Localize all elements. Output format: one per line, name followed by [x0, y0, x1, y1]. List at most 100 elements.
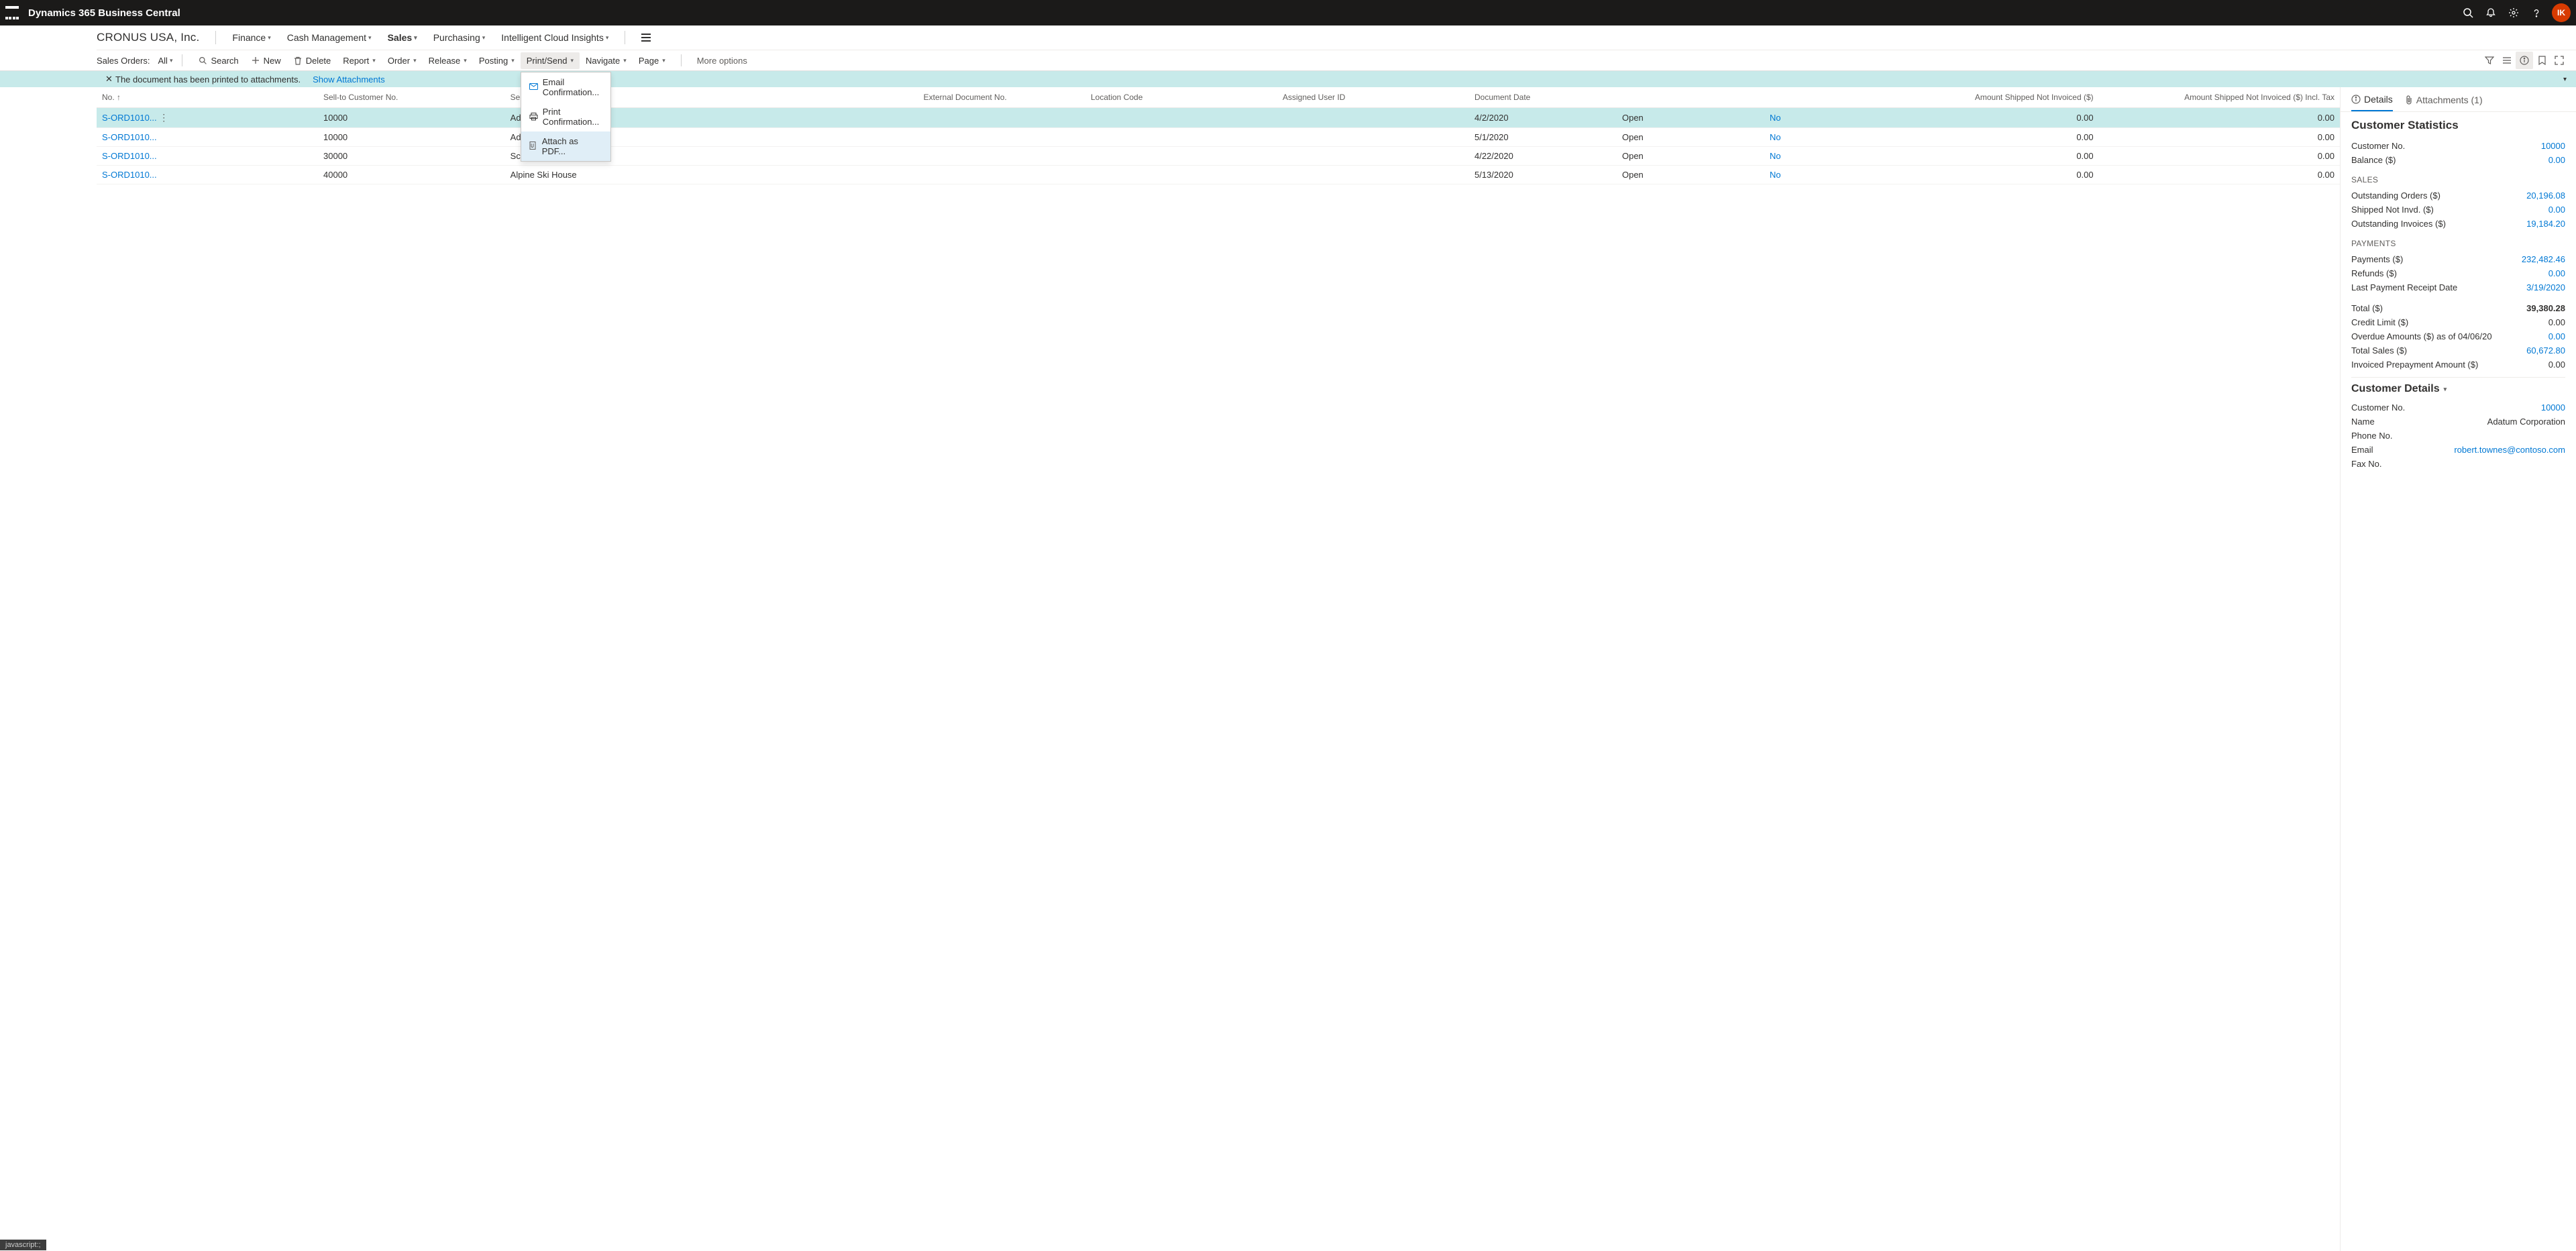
customer-details-header[interactable]: Customer Details ▾ [2351, 383, 2565, 395]
filter-icon[interactable] [2481, 52, 2498, 69]
tab-label: Attachments (1) [2416, 95, 2483, 105]
detail-row: Emailrobert.townes@contoso.com [2351, 443, 2565, 457]
bookmark-icon[interactable] [2533, 52, 2551, 69]
action-navigate[interactable]: Navigate▾ [580, 52, 633, 69]
menu-label: Attach as PDF... [542, 136, 602, 156]
cell-document-date: 5/1/2020 [1469, 128, 1617, 147]
chevron-down-icon[interactable]: ▾ [2563, 76, 2567, 83]
tab-label: Details [2364, 94, 2393, 105]
cell-order-no[interactable]: S-ORD1010... [97, 147, 318, 166]
cell-amount-shipped-not-invoiced-incl: 0.00 [2099, 166, 2340, 184]
company-name[interactable]: CRONUS USA, Inc. [97, 31, 199, 44]
col-amount-shipped-not-invoiced[interactable]: Amount Shipped Not Invoiced ($) [1858, 87, 2098, 108]
nav-sales[interactable]: Sales▾ [388, 32, 417, 43]
info-icon[interactable] [2516, 52, 2533, 69]
action-label: Order [388, 56, 410, 66]
tab-details[interactable]: Details [2351, 94, 2393, 111]
chevron-down-icon: ▾ [464, 57, 467, 64]
mail-icon [529, 83, 538, 91]
factbox-pane: Details Attachments (1) Customer Statist… [2340, 87, 2576, 1251]
search-icon[interactable] [2457, 0, 2479, 25]
cell-status: Open [1617, 128, 1764, 147]
menu-print-confirmation[interactable]: Print Confirmation... [521, 102, 610, 131]
table-row[interactable]: S-ORD1010...40000Alpine Ski House 5/13/20… [97, 166, 2340, 184]
row-menu-icon[interactable]: ⋮ [159, 112, 168, 123]
cell-order-no[interactable]: S-ORD1010... [97, 128, 318, 147]
action-report[interactable]: Report▾ [337, 52, 382, 69]
expand-icon[interactable] [2551, 52, 2568, 69]
stat-row: Shipped Not Invd. ($)0.00 [2351, 203, 2565, 217]
stat-row: Overdue Amounts ($) as of 04/06/200.00 [2351, 329, 2565, 343]
stat-row: Customer No.10000 [2351, 139, 2565, 153]
menu-email-confirmation[interactable]: Email Confirmation... [521, 72, 610, 102]
notifications-icon[interactable] [2479, 0, 2502, 25]
nav-overflow-icon[interactable] [641, 34, 651, 42]
chevron-down-icon: ▾ [623, 57, 627, 64]
stat-row: Invoiced Prepayment Amount ($)0.00 [2351, 358, 2565, 372]
list-title: Sales Orders: [97, 56, 150, 66]
col-sell-to-customer-no[interactable]: Sell-to Customer No. [318, 87, 505, 108]
detail-row: NameAdatum Corporation [2351, 415, 2565, 429]
cell-order-no[interactable]: S-ORD1010... ⋮ [97, 108, 318, 128]
user-avatar[interactable]: IK [2552, 3, 2571, 22]
action-label: New [264, 56, 281, 66]
col-assigned-user-id[interactable]: Assigned User ID [1277, 87, 1469, 108]
nav-finance[interactable]: Finance▾ [232, 32, 270, 43]
tab-attachments[interactable]: Attachments (1) [2405, 94, 2483, 111]
balance-link[interactable]: 0.00 [2548, 155, 2565, 165]
action-delete[interactable]: Delete [287, 52, 337, 69]
cell-completely-shipped: No [1764, 147, 1858, 166]
attachment-icon [2405, 95, 2413, 105]
cell-assigned-user-id [1277, 166, 1469, 184]
col-completely-shipped[interactable] [1764, 87, 1858, 108]
col-no[interactable]: No. ↑ [97, 87, 318, 108]
stat-row-total: Total ($)39,380.28 [2351, 301, 2565, 315]
table-row[interactable]: S-ORD1010...30000School of Fine Art4/22/… [97, 147, 2340, 166]
cell-location-code [1085, 128, 1277, 147]
cell-order-no[interactable]: S-ORD1010... [97, 166, 318, 184]
customer-no-link[interactable]: 10000 [2541, 141, 2565, 151]
cell-external-doc-no [918, 128, 1085, 147]
help-icon[interactable] [2525, 0, 2548, 25]
actions-bar: Sales Orders: All▾ Search New Delete Rep… [97, 50, 2576, 70]
close-icon[interactable]: ✕ [105, 74, 113, 85]
cell-completely-shipped: No [1764, 128, 1858, 147]
action-page[interactable]: Page▾ [633, 52, 672, 69]
menu-attach-as-pdf[interactable]: Attach as PDF... [521, 131, 610, 161]
cell-document-date: 5/13/2020 [1469, 166, 1617, 184]
col-location-code[interactable]: Location Code [1085, 87, 1277, 108]
cell-location-code [1085, 166, 1277, 184]
menu-label: Email Confirmation... [543, 77, 602, 97]
action-print-send[interactable]: Print/Send▾ Email Confirmation... Print … [521, 52, 580, 69]
action-posting[interactable]: Posting▾ [473, 52, 521, 69]
action-release[interactable]: Release▾ [423, 52, 473, 69]
action-more-options[interactable]: More options [691, 52, 753, 69]
cell-customer-name: Alpine Ski House [505, 166, 918, 184]
col-status[interactable] [1617, 87, 1764, 108]
nav-purchasing[interactable]: Purchasing▾ [433, 32, 486, 43]
stat-row: Balance ($)0.00 [2351, 153, 2565, 167]
app-launcher-icon[interactable] [5, 6, 19, 19]
action-order[interactable]: Order▾ [382, 52, 423, 69]
stat-row: Credit Limit ($)0.00 [2351, 315, 2565, 329]
chevron-down-icon: ▾ [413, 57, 417, 64]
action-label: More options [697, 56, 747, 66]
col-external-doc-no[interactable]: External Document No. [918, 87, 1085, 108]
list-view-icon[interactable] [2498, 52, 2516, 69]
notification-link[interactable]: Show Attachments [313, 74, 385, 85]
table-row[interactable]: S-ORD1010... ⋮10000Adatum Corporation4/2… [97, 108, 2340, 128]
list-filter[interactable]: All▾ [158, 56, 172, 66]
action-search[interactable]: Search [192, 52, 244, 69]
action-label: Report [343, 56, 369, 66]
action-new[interactable]: New [245, 52, 287, 69]
settings-icon[interactable] [2502, 0, 2525, 25]
stat-row: Total Sales ($)60,672.80 [2351, 343, 2565, 358]
col-amount-shipped-not-invoiced-incl-tax[interactable]: Amount Shipped Not Invoiced ($) Incl. Ta… [2099, 87, 2340, 108]
nav-intelligent-cloud-insights[interactable]: Intelligent Cloud Insights▾ [501, 32, 608, 43]
cell-customer-no: 40000 [318, 166, 505, 184]
stat-row: Last Payment Receipt Date3/19/2020 [2351, 280, 2565, 294]
cell-amount-shipped-not-invoiced: 0.00 [1858, 128, 2098, 147]
table-row[interactable]: S-ORD1010...10000Adatum Corporation5/1/2… [97, 128, 2340, 147]
col-document-date[interactable]: Document Date [1469, 87, 1617, 108]
nav-cash-management[interactable]: Cash Management▾ [287, 32, 372, 43]
